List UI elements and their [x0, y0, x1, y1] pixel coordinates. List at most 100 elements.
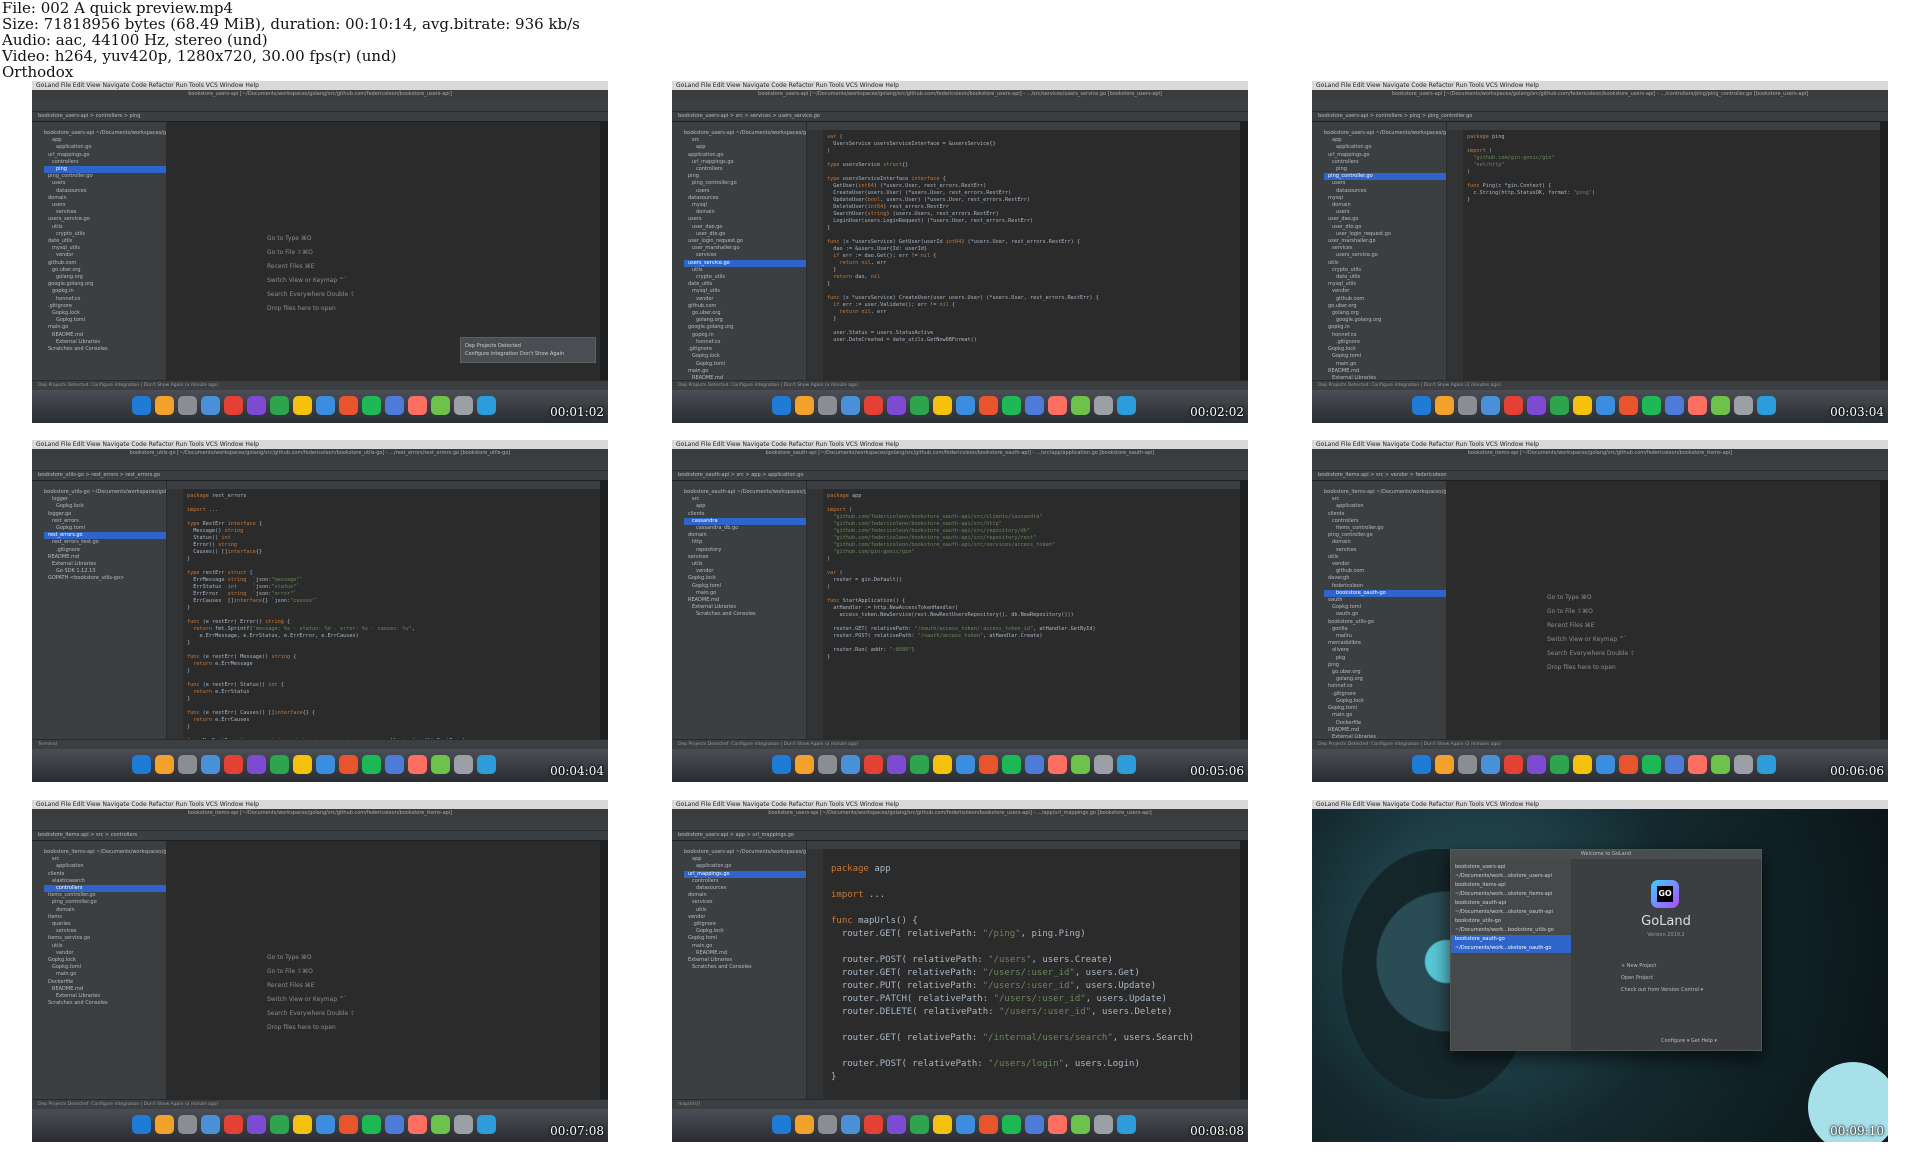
recent-project-item[interactable]: ~/Documents/work...okstore_oauth-api — [1451, 908, 1571, 917]
dock-app-icon[interactable] — [201, 755, 220, 774]
dock-app-icon[interactable] — [1619, 396, 1638, 415]
dock-app-icon[interactable] — [1412, 396, 1431, 415]
tree-item[interactable]: users — [1324, 209, 1446, 216]
dock-app-icon[interactable] — [270, 755, 289, 774]
dock-app-icon[interactable] — [408, 755, 427, 774]
dock-app-icon[interactable] — [408, 1115, 427, 1134]
dock-app-icon[interactable] — [178, 396, 197, 415]
tree-item[interactable]: user_dto.go — [684, 231, 806, 238]
tree-item[interactable]: Gopkg.toml — [1324, 353, 1446, 360]
tree-item[interactable]: datasources — [684, 885, 806, 892]
dock-app-icon[interactable] — [979, 755, 998, 774]
tree-item[interactable]: bookstore_utils-go ~/Documents/workspace… — [44, 489, 166, 496]
tree-item[interactable]: .gitignore — [1324, 339, 1446, 346]
tree-item[interactable]: README.md — [44, 332, 166, 339]
dock-app-icon[interactable] — [155, 755, 174, 774]
tree-item[interactable]: README.md — [1324, 368, 1446, 375]
tree-item[interactable]: crypto_utils — [44, 231, 166, 238]
tree-item[interactable]: user_login_request.go — [684, 238, 806, 245]
tree-item[interactable]: main.go — [44, 971, 166, 978]
dock-app-icon[interactable] — [362, 396, 381, 415]
ide-toolbar[interactable] — [1312, 98, 1888, 112]
dock-app-icon[interactable] — [1642, 755, 1661, 774]
dock-app-icon[interactable] — [1619, 755, 1638, 774]
dock-app-icon[interactable] — [1002, 1115, 1021, 1134]
tree-item[interactable]: logger.go — [44, 511, 166, 518]
tree-item[interactable]: queries — [44, 921, 166, 928]
tree-item[interactable]: bookstore_users-api ~/Documents/workspac… — [684, 130, 806, 137]
dock-app-icon[interactable] — [1048, 1115, 1067, 1134]
tree-item[interactable]: vendor — [684, 296, 806, 303]
tree-item[interactable]: users_service.go — [684, 259, 806, 267]
dock-app-icon[interactable] — [1002, 396, 1021, 415]
tree-item[interactable]: ping — [44, 166, 166, 174]
ide-toolbar[interactable] — [32, 98, 608, 112]
code-view[interactable]: package rest_errors import ... type Rest… — [187, 493, 596, 740]
dock-app-icon[interactable] — [1025, 396, 1044, 415]
breadcrumb[interactable]: bookstore_utils-go > rest_errors > rest_… — [32, 471, 608, 480]
dock-app-icon[interactable] — [293, 755, 312, 774]
tree-item[interactable]: vendor — [684, 568, 806, 575]
tree-item[interactable]: Scratches and Consoles — [44, 1000, 166, 1007]
tree-item[interactable]: README.md — [684, 597, 806, 604]
tree-item[interactable]: domain — [684, 892, 806, 899]
dock-app-icon[interactable] — [933, 1115, 952, 1134]
tree-item[interactable]: application.go — [1324, 144, 1446, 151]
tree-item[interactable]: cassandra_db.go — [684, 525, 806, 532]
tree-item[interactable]: clients — [684, 511, 806, 518]
tree-item[interactable]: Gopkg.lock — [1324, 346, 1446, 353]
dock-app-icon[interactable] — [1665, 396, 1684, 415]
tree-item[interactable]: go.uber.org — [684, 310, 806, 317]
tree-item[interactable]: gopkg.in — [684, 332, 806, 339]
tree-item[interactable]: honnef.co — [684, 339, 806, 346]
tree-item[interactable]: utils — [1324, 260, 1446, 267]
welcome-action-link[interactable]: + New Project — [1621, 960, 1703, 972]
tree-item[interactable]: app — [684, 856, 806, 863]
tree-item[interactable]: bookstore_users-api ~/Documents/workspac… — [684, 849, 806, 856]
tree-item[interactable]: vendor — [44, 950, 166, 957]
dock-app-icon[interactable] — [247, 396, 266, 415]
dock-app-icon[interactable] — [247, 1115, 266, 1134]
dock-app-icon[interactable] — [933, 396, 952, 415]
tree-item[interactable]: ping_controller.go — [44, 173, 166, 180]
tree-item[interactable]: datasources — [684, 195, 806, 202]
tree-item[interactable]: honnef.co — [1324, 332, 1446, 339]
tree-item[interactable]: mercadolibre — [1324, 640, 1446, 647]
dock-app-icon[interactable] — [1071, 1115, 1090, 1134]
dock-app-icon[interactable] — [316, 755, 335, 774]
dock-app-icon[interactable] — [772, 396, 791, 415]
dock-app-icon[interactable] — [477, 755, 496, 774]
tree-item[interactable]: crypto_utils — [684, 274, 806, 281]
tree-item[interactable]: Gopkg.lock — [684, 575, 806, 582]
tree-item[interactable]: ping_controller.go — [1324, 173, 1446, 181]
dock-app-icon[interactable] — [956, 755, 975, 774]
dock-app-icon[interactable] — [841, 1115, 860, 1134]
tree-item[interactable]: url_mappings.go — [44, 152, 166, 159]
tree-item[interactable]: main.go — [1324, 712, 1446, 719]
tree-item[interactable]: mysql — [684, 202, 806, 209]
tree-item[interactable]: pkg — [1324, 655, 1446, 662]
dock-app-icon[interactable] — [270, 1115, 289, 1134]
dock-app-icon[interactable] — [1025, 1115, 1044, 1134]
tree-item[interactable]: .gitignore — [684, 346, 806, 353]
tree-item[interactable]: main.go — [44, 324, 166, 331]
dock-app-icon[interactable] — [910, 396, 929, 415]
recent-project-item[interactable]: bookstore_oauth-api — [1451, 899, 1571, 908]
tree-item[interactable]: users — [1324, 180, 1446, 187]
tree-item[interactable]: README.md — [1324, 727, 1446, 734]
tree-item[interactable]: application.go — [684, 152, 806, 159]
dock-app-icon[interactable] — [431, 755, 450, 774]
tree-item[interactable]: Gopkg.lock — [44, 957, 166, 964]
tree-item[interactable]: Gopkg.toml — [1324, 604, 1446, 611]
tree-item[interactable]: mailru — [1324, 633, 1446, 640]
dock-app-icon[interactable] — [224, 755, 243, 774]
dock-app-icon[interactable] — [1025, 755, 1044, 774]
tree-item[interactable]: golang.org — [44, 274, 166, 281]
dock-app-icon[interactable] — [132, 1115, 151, 1134]
dock-app-icon[interactable] — [795, 396, 814, 415]
tree-item[interactable]: Scratches and Consoles — [684, 611, 806, 618]
tree-item[interactable]: app — [684, 503, 806, 510]
tree-item[interactable]: src — [1324, 496, 1446, 503]
tree-item[interactable]: oauth — [1324, 597, 1446, 604]
editor-tabs[interactable] — [807, 481, 1240, 489]
